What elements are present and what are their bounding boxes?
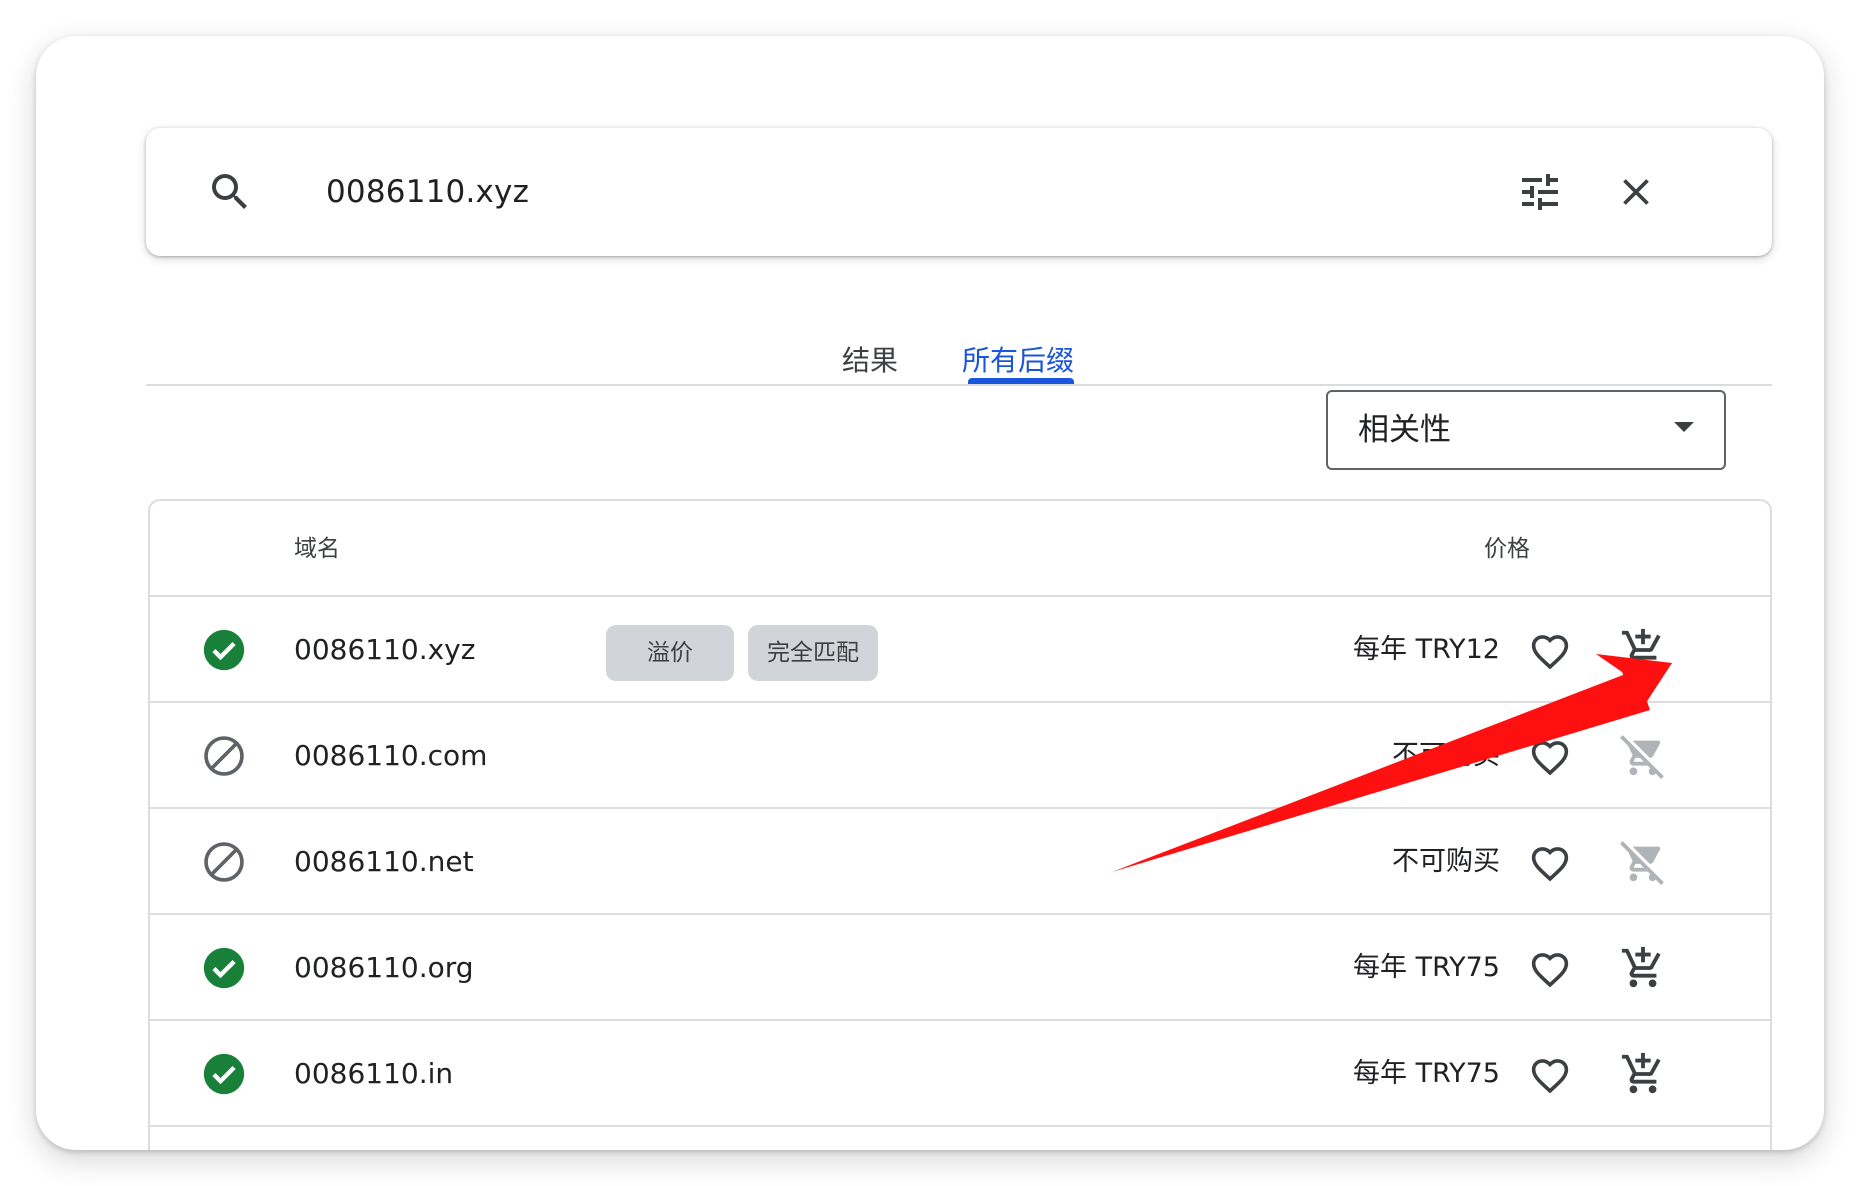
price: 每年 TRY75	[1353, 952, 1500, 983]
check-circle-icon	[203, 947, 245, 989]
domain-name[interactable]: 0086110.org	[294, 915, 474, 1021]
heart-outline-icon[interactable]	[1528, 736, 1572, 776]
check-circle-icon	[203, 1053, 245, 1095]
domain-name[interactable]: 0086110.in	[294, 1021, 453, 1127]
search-bar[interactable]: 0086110.xyz	[146, 128, 1772, 256]
tabs-divider	[146, 384, 1772, 386]
domain-name[interactable]: 0086110.com	[294, 703, 487, 809]
tab-results[interactable]: 结果	[842, 336, 898, 386]
add-shopping-cart-icon[interactable]	[1620, 945, 1666, 991]
close-icon[interactable]	[1614, 170, 1658, 214]
block-icon	[204, 842, 244, 882]
column-header-domain: 域名	[294, 536, 340, 562]
dropdown-arrow-icon	[1674, 422, 1694, 432]
remove-shopping-cart-icon	[1620, 841, 1664, 885]
heart-outline-icon[interactable]	[1528, 948, 1572, 988]
heart-outline-icon[interactable]	[1528, 630, 1572, 670]
heart-outline-icon[interactable]	[1528, 1054, 1572, 1094]
table-row[interactable]: 0086110.net 不可购买	[150, 809, 1770, 915]
table-header: 域名 价格	[150, 501, 1770, 597]
column-header-price: 价格	[1484, 536, 1530, 562]
add-shopping-cart-icon[interactable]	[1620, 1051, 1666, 1097]
domain-name[interactable]: 0086110.xyz	[294, 597, 475, 703]
sort-select[interactable]: 相关性	[1326, 390, 1726, 470]
results-table: 域名 价格 0086110.xyz 溢价 完全匹配 每年 TRY12 00861…	[148, 499, 1772, 1150]
tune-icon[interactable]	[1516, 168, 1564, 216]
table-row[interactable]: 0086110.com 不可购买	[150, 703, 1770, 809]
sort-selected-value: 相关性	[1358, 412, 1451, 448]
search-icon[interactable]	[206, 168, 254, 216]
price: 不可购买	[1392, 740, 1500, 771]
heart-outline-icon[interactable]	[1528, 842, 1572, 882]
premium-chip: 溢价	[606, 625, 734, 681]
domain-name[interactable]: 0086110.net	[294, 809, 474, 915]
exact-match-chip: 完全匹配	[748, 625, 878, 681]
table-row	[150, 1127, 1770, 1150]
price: 每年 TRY12	[1353, 634, 1500, 665]
add-shopping-cart-icon[interactable]	[1620, 627, 1666, 673]
search-results-card: 0086110.xyz 结果 所有后缀 相关性 域名 价格 0086110.xy…	[36, 36, 1824, 1150]
check-circle-icon	[203, 629, 245, 671]
table-row[interactable]: 0086110.org 每年 TRY75	[150, 915, 1770, 1021]
price: 每年 TRY75	[1353, 1058, 1500, 1089]
remove-shopping-cart-icon	[1620, 735, 1664, 779]
table-row[interactable]: 0086110.in 每年 TRY75	[150, 1021, 1770, 1127]
price: 不可购买	[1392, 846, 1500, 877]
block-icon	[204, 736, 244, 776]
table-row[interactable]: 0086110.xyz 溢价 完全匹配 每年 TRY12	[150, 597, 1770, 703]
search-input[interactable]: 0086110.xyz	[326, 128, 529, 256]
